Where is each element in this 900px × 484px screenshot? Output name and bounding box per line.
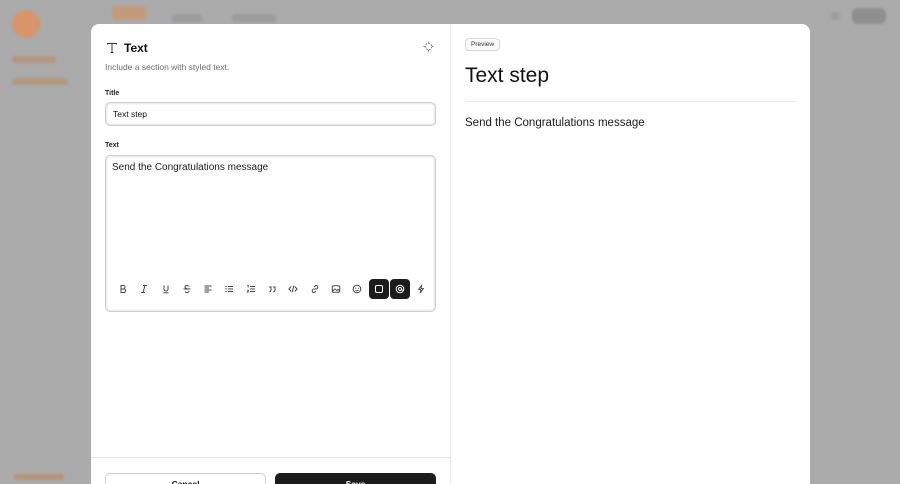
background-chip — [112, 6, 146, 20]
preview-panel: Preview Text step Send the Congratulatio… — [451, 24, 810, 484]
app-logo — [12, 10, 40, 38]
editor-subtitle: Include a section with styled text. — [105, 62, 230, 72]
text-editor-content[interactable]: Send the Congratulations message — [112, 162, 268, 173]
text-field-label: Text — [105, 142, 119, 149]
italic-icon[interactable] — [134, 279, 154, 299]
preview-badge: Preview — [465, 38, 501, 51]
image-icon[interactable] — [326, 279, 346, 299]
text-step-modal: Text Include a section with styled text.… — [91, 24, 810, 484]
quote-icon[interactable] — [262, 279, 282, 299]
editor-title: Text — [124, 41, 148, 55]
editor-panel: Text Include a section with styled text.… — [91, 24, 451, 484]
underline-icon[interactable] — [156, 279, 176, 299]
emoji-icon[interactable] — [347, 279, 367, 299]
link-icon[interactable] — [305, 279, 325, 299]
title-input[interactable] — [105, 102, 436, 126]
background-control — [830, 12, 840, 20]
preview-title: Text step — [465, 64, 550, 87]
preview-divider — [465, 101, 796, 102]
focus-icon[interactable] — [420, 38, 436, 54]
align-left-icon[interactable] — [198, 279, 218, 299]
background-tab — [172, 14, 202, 22]
text-editor[interactable]: Send the Congratulations message — [105, 155, 436, 312]
strikethrough-icon[interactable] — [177, 279, 197, 299]
bold-icon[interactable] — [113, 279, 133, 299]
formatting-toolbar — [113, 279, 432, 299]
cancel-button[interactable]: Cancel — [105, 473, 266, 484]
modal-footer: Cancel Save — [91, 457, 450, 484]
text-type-icon — [105, 41, 119, 55]
background-tab — [232, 14, 276, 22]
title-field-label: Title — [105, 90, 120, 97]
background-sidebar-item — [12, 56, 56, 63]
bullet-list-icon[interactable] — [219, 279, 239, 299]
background-sidebar-item — [12, 78, 68, 85]
lightning-icon[interactable] — [411, 279, 431, 299]
numbered-list-icon[interactable] — [241, 279, 261, 299]
save-button[interactable]: Save — [275, 473, 436, 484]
background-footer-item — [14, 474, 64, 480]
at-sign-icon[interactable] — [389, 279, 410, 299]
editor-header: Text — [105, 38, 436, 58]
preview-text: Send the Congratulations message — [465, 117, 645, 129]
code-icon[interactable] — [283, 279, 303, 299]
background-button — [852, 8, 886, 24]
square-icon[interactable] — [368, 279, 389, 299]
